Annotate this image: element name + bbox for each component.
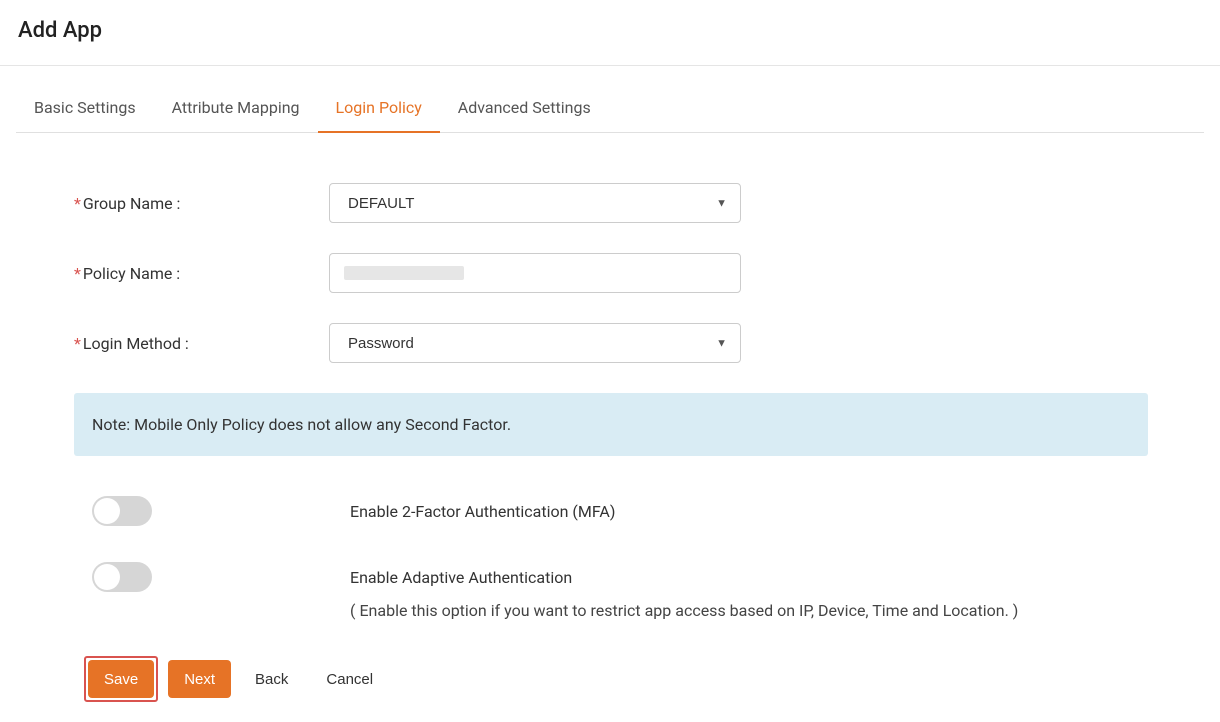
policy-name-label: *Policy Name : [74, 264, 329, 283]
policy-name-label-text: Policy Name : [83, 264, 180, 283]
redacted-value [344, 266, 464, 280]
next-button[interactable]: Next [168, 660, 231, 698]
login-method-label-text: Login Method : [83, 334, 189, 353]
note-box: Note: Mobile Only Policy does not allow … [74, 393, 1148, 456]
toggle-knob [94, 564, 120, 590]
back-button[interactable]: Back [241, 660, 302, 698]
login-method-label: *Login Method : [74, 334, 329, 353]
adaptive-toggle-label: Enable Adaptive Authentication [350, 562, 1018, 587]
save-button[interactable]: Save [88, 660, 154, 698]
tab-attribute-mapping[interactable]: Attribute Mapping [154, 86, 318, 133]
toggle-knob [94, 498, 120, 524]
adaptive-toggle-sublabel: ( Enable this option if you want to rest… [350, 601, 1018, 620]
group-name-label-text: Group Name : [83, 194, 181, 213]
page-title: Add App [0, 0, 1220, 66]
mfa-toggle-label: Enable 2-Factor Authentication (MFA) [350, 496, 615, 521]
cancel-button[interactable]: Cancel [312, 660, 387, 698]
group-name-label: *Group Name : [74, 194, 329, 213]
tab-login-policy[interactable]: Login Policy [318, 86, 440, 133]
tab-advanced-settings[interactable]: Advanced Settings [440, 86, 609, 133]
policy-name-input[interactable] [329, 253, 741, 293]
save-button-highlight: Save [84, 656, 158, 702]
tab-basic-settings[interactable]: Basic Settings [16, 86, 154, 133]
tabs-bar: Basic Settings Attribute Mapping Login P… [16, 86, 1204, 133]
mfa-toggle[interactable] [92, 496, 152, 526]
adaptive-toggle[interactable] [92, 562, 152, 592]
login-method-select[interactable] [329, 323, 741, 363]
group-name-select[interactable] [329, 183, 741, 223]
